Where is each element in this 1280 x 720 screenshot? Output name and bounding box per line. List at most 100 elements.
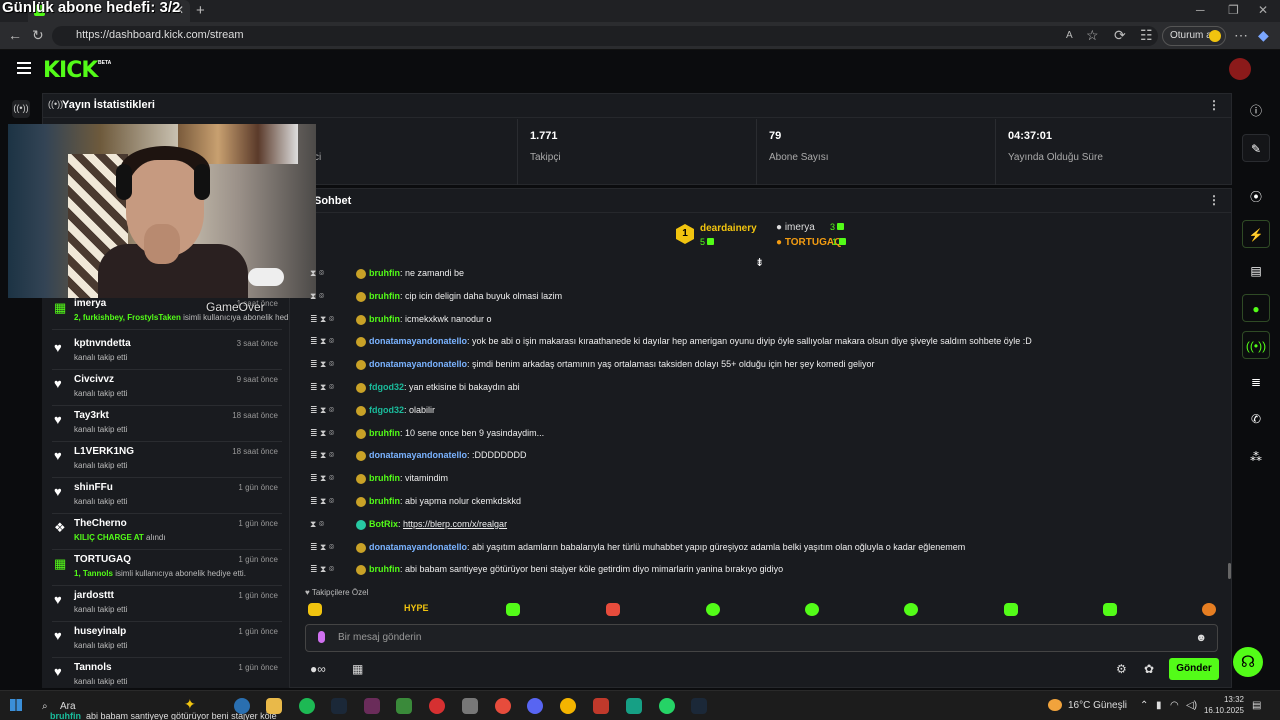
send-button[interactable]: Gönder: [1169, 658, 1219, 680]
message-username[interactable]: fdgod32: [369, 405, 404, 415]
emote-hype-icon[interactable]: HYPE: [404, 603, 429, 613]
kick-logo[interactable]: KICK: [43, 58, 98, 83]
explorer-taskbar-icon[interactable]: [266, 698, 282, 714]
minimize-icon[interactable]: ─: [1196, 3, 1205, 17]
message-username[interactable]: bruhfin: [369, 291, 400, 301]
stats-menu-icon[interactable]: ⋮: [1208, 98, 1220, 112]
chat-input[interactable]: Bir mesaj gönderin ☻: [305, 624, 1218, 652]
clock[interactable]: 13:32 16.10.2025: [1200, 694, 1244, 716]
copilot-icon[interactable]: ◆: [1258, 27, 1269, 44]
document-icon[interactable]: ▤: [1242, 257, 1270, 285]
address-bar[interactable]: https://dashboard.kick.com/stream: [52, 26, 1158, 46]
broadcast-icon[interactable]: ((•)): [12, 100, 30, 118]
activity-user[interactable]: TheCherno: [74, 518, 127, 529]
mod-actions-icon[interactable]: ⧗ ⌾: [310, 519, 356, 530]
app-taskbar-icon[interactable]: [462, 698, 478, 714]
emote-icon[interactable]: [805, 603, 819, 616]
mod-actions-icon[interactable]: ≣ ⧗ ⌾: [310, 405, 356, 416]
volume-icon[interactable]: ◁): [1186, 700, 1197, 711]
menu-hamburger-icon[interactable]: [17, 62, 31, 74]
app-taskbar-icon[interactable]: [626, 698, 642, 714]
emote-icon[interactable]: [606, 603, 620, 616]
activity-user[interactable]: huseyinalp: [74, 626, 126, 637]
steam-taskbar-icon-2[interactable]: [691, 698, 707, 714]
apps-icon[interactable]: ⁂: [1242, 443, 1270, 471]
mod-actions-icon[interactable]: ≣ ⧗ ⌾: [310, 496, 356, 507]
app-taskbar-icon[interactable]: [429, 698, 445, 714]
activity-user[interactable]: Tannols: [74, 662, 112, 673]
mod-actions-icon[interactable]: ≣ ⧗ ⌾: [310, 382, 356, 393]
mod-actions-icon[interactable]: ≣ ⧗ ⌾: [310, 473, 356, 484]
notification-icon[interactable]: ▤: [1252, 700, 1261, 711]
activity-user[interactable]: shinFFu: [74, 482, 113, 493]
support-fab-icon[interactable]: ☊: [1233, 647, 1263, 677]
emote-icon[interactable]: [904, 603, 918, 616]
message-username[interactable]: bruhfin: [369, 428, 400, 438]
microphone-icon[interactable]: [318, 631, 325, 643]
nvidia-taskbar-icon[interactable]: [396, 698, 412, 714]
mod-actions-icon[interactable]: ≣ ⧗ ⌾: [310, 336, 356, 347]
mod-actions-icon[interactable]: ⧗ ⌾: [310, 291, 356, 302]
app-taskbar-icon[interactable]: [593, 698, 609, 714]
wrench-icon[interactable]: ✆: [1242, 405, 1270, 433]
chat-bubble-icon[interactable]: ●: [1242, 294, 1270, 322]
message-username[interactable]: bruhfin: [369, 314, 400, 324]
weather-text[interactable]: 16°C Güneşli: [1068, 700, 1127, 711]
maximize-icon[interactable]: ❐: [1228, 3, 1239, 17]
discord-taskbar-icon[interactable]: [527, 698, 543, 714]
mod-actions-icon[interactable]: ≣ ⧗ ⌾: [310, 428, 356, 439]
spotify-taskbar-icon[interactable]: [299, 698, 315, 714]
mic-tray-icon[interactable]: ▮: [1156, 700, 1162, 711]
message-username[interactable]: BotRix: [369, 519, 398, 529]
lightning-icon[interactable]: ⚡: [1242, 220, 1270, 248]
read-aloud-icon[interactable]: A: [1066, 30, 1073, 41]
message-username[interactable]: donatamayandonatello: [369, 542, 467, 552]
tools-icon[interactable]: ●∞: [310, 662, 326, 676]
emote-icon[interactable]: [1004, 603, 1018, 616]
edit-pencil-icon[interactable]: ✎: [1242, 134, 1270, 162]
chrome-taskbar-icon[interactable]: [560, 698, 576, 714]
store-icon[interactable]: ▦: [352, 662, 363, 676]
wifi-icon[interactable]: ◠: [1170, 700, 1179, 711]
mod-actions-icon[interactable]: ≣ ⧗ ⌾: [310, 314, 356, 325]
scroll-down-icon[interactable]: ⇟: [755, 256, 764, 269]
favorite-star-icon[interactable]: ☆: [1086, 27, 1099, 44]
activity-user[interactable]: TORTUGAQ: [74, 554, 131, 565]
capture-icon[interactable]: ⦿: [1242, 181, 1270, 209]
extensions-icon[interactable]: ⟳: [1114, 27, 1126, 44]
whatsapp-taskbar-icon[interactable]: [659, 698, 675, 714]
activity-user[interactable]: imerya: [74, 298, 106, 309]
mod-actions-icon[interactable]: ≣ ⧗ ⌾: [310, 359, 356, 370]
steam-taskbar-icon[interactable]: [331, 698, 347, 714]
signin-button[interactable]: Oturum aç: [1162, 26, 1226, 46]
back-icon[interactable]: ←: [8, 27, 22, 43]
message-link[interactable]: https://blerp.com/x/realgar: [403, 519, 507, 529]
activity-user[interactable]: Tay3rkt: [74, 410, 109, 421]
emote-icon[interactable]: [1103, 603, 1117, 616]
edge-taskbar-icon[interactable]: [234, 698, 250, 714]
activity-user[interactable]: jardosttt: [74, 590, 114, 601]
message-username[interactable]: bruhfin: [369, 564, 400, 574]
emote-icon[interactable]: [308, 603, 322, 616]
broadcast-toggle-icon[interactable]: ((•)): [1242, 331, 1270, 359]
message-username[interactable]: bruhfin: [369, 268, 400, 278]
chat-menu-icon[interactable]: ⋮: [1208, 193, 1220, 207]
emote-icon[interactable]: [706, 603, 720, 616]
message-username[interactable]: fdgod32: [369, 382, 404, 392]
new-tab-icon[interactable]: +: [196, 2, 205, 19]
more-menu-icon[interactable]: ⋯: [1234, 27, 1248, 44]
windows-start-icon[interactable]: [10, 699, 22, 711]
user-avatar[interactable]: [1229, 58, 1251, 80]
leader-name[interactable]: deardainery: [700, 223, 757, 234]
message-username[interactable]: bruhfin: [369, 496, 400, 506]
mod-actions-icon[interactable]: ≣ ⧗ ⌾: [310, 450, 356, 461]
info-icon[interactable]: ⓘ: [1242, 95, 1270, 123]
second-name[interactable]: ● imerya: [776, 222, 815, 233]
emoji-picker-icon[interactable]: ☻: [1195, 632, 1207, 644]
vs-taskbar-icon[interactable]: [364, 698, 380, 714]
activity-user[interactable]: kptnvndetta: [74, 338, 131, 349]
mod-actions-icon[interactable]: ⧗ ⌾: [310, 268, 356, 279]
message-username[interactable]: donatamayandonatello: [369, 450, 467, 460]
close-window-icon[interactable]: ✕: [1258, 3, 1268, 17]
message-username[interactable]: donatamayandonatello: [369, 359, 467, 369]
